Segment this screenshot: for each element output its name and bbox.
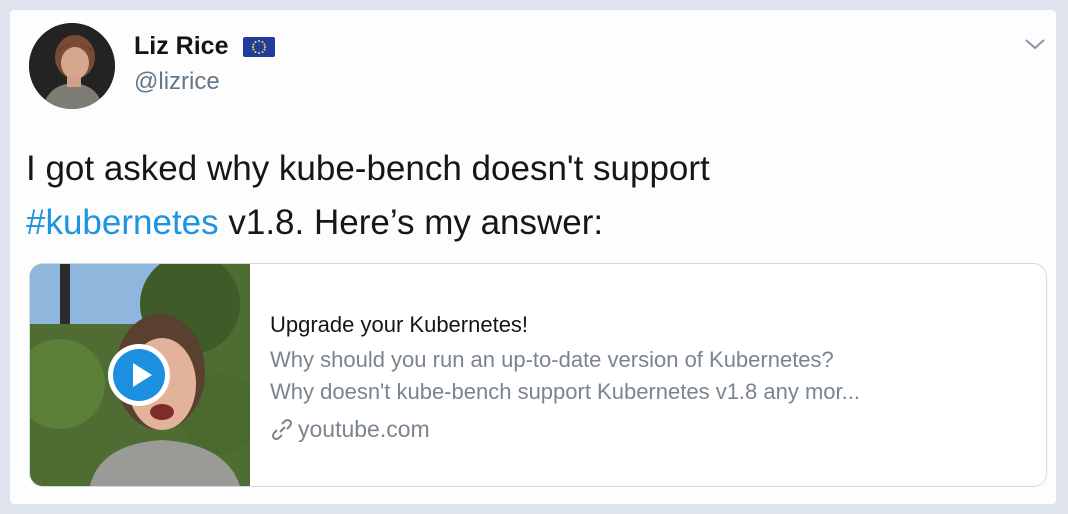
card-domain[interactable]: youtube.com [270,416,430,443]
video-thumbnail[interactable] [30,264,250,486]
tweet-text-line2-rest: v1.8. Here’s my answer: [218,203,604,242]
tweet-text-line2: #kubernetes v1.8. Here’s my answer: [26,196,1026,250]
avatar[interactable] [29,23,115,109]
eu-flag-icon [243,37,275,57]
hashtag-link[interactable]: #kubernetes [26,203,219,242]
card-description-line1: Why should you run an up-to-date version… [270,347,834,372]
card-description: Why should you run an up-to-date version… [270,344,1030,408]
link-preview-card[interactable]: Upgrade your Kubernetes! Why should you … [29,263,1047,487]
link-icon [272,419,292,440]
chevron-down-icon[interactable] [1023,36,1047,52]
tweet-text-line1: I got asked why kube-bench doesn't suppo… [26,149,710,188]
card-title: Upgrade your Kubernetes! [270,312,529,337]
user-handle[interactable]: @lizrice [134,68,220,96]
play-icon[interactable] [108,344,170,406]
card-domain-text: youtube.com [298,416,430,442]
tweet-card: Liz Rice @lizrice I got asked why kube-b… [10,10,1056,504]
card-description-line2: Why doesn't kube-bench support Kubernete… [270,379,860,404]
user-name[interactable]: Liz Rice [134,32,228,61]
tweet-text: I got asked why kube-bench doesn't suppo… [26,142,1026,250]
